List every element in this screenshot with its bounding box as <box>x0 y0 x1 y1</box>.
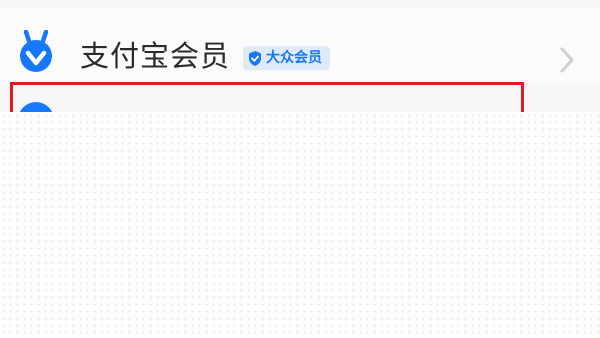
member-title: 支付宝会员 <box>80 39 231 73</box>
dotted-overlay <box>0 112 600 338</box>
alipay-member-icon <box>20 30 52 72</box>
chevron-right-icon <box>560 47 574 73</box>
member-tier-badge: 大众会员 <box>243 46 330 70</box>
shield-check-icon <box>249 50 261 66</box>
alipay-member-row[interactable]: 支付宝会员 大众会员 <box>0 8 600 82</box>
next-item-icon <box>19 102 53 112</box>
member-tier-label: 大众会员 <box>266 50 322 66</box>
screen: 支付宝会员 大众会员 <box>0 0 600 338</box>
